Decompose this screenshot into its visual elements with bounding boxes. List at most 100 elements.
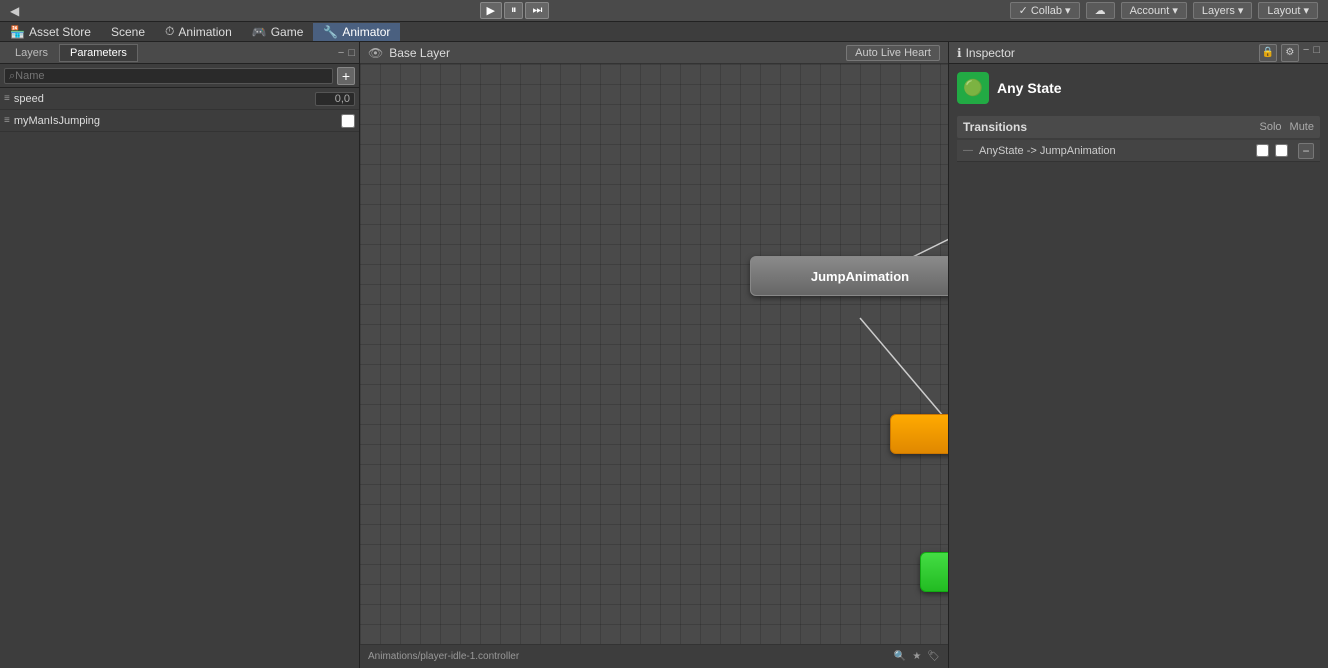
arrows-svg (360, 86, 948, 620)
tag-icon[interactable]: 🏷 (927, 651, 940, 662)
transition-arrow-icon: — (963, 145, 973, 156)
transition-label: AnyState -> JumpAnimation (979, 145, 1250, 157)
object-name: Any State (997, 80, 1062, 96)
inspector-header: ℹ Inspector 🔒 ⚙ − □ (949, 42, 1328, 64)
menu-item-game[interactable]: 🎮 Game (242, 23, 314, 41)
tab-parameters[interactable]: Parameters (59, 44, 138, 62)
auto-live-label: Auto Live Heart (855, 47, 931, 59)
maximize-icon[interactable]: □ (348, 47, 355, 59)
transitions-columns: Solo Mute (1260, 121, 1315, 133)
transition-item-any-jump[interactable]: — AnyState -> JumpAnimation − (957, 140, 1320, 162)
object-icon: 🟢 (957, 72, 989, 104)
left-panel: Layers Parameters − □ + ≡ speed 0, (0, 42, 360, 668)
top-toolbar: ◀ ▶ ⏸ ⏭ ✓ Collab ▾ ☁ Account ▾ Layers ▾ … (0, 0, 1328, 22)
inspector-settings-button[interactable]: ⚙ (1281, 44, 1299, 62)
param-jumping-checkbox[interactable] (341, 114, 355, 128)
search-input[interactable] (4, 68, 333, 84)
step-button[interactable]: ⏭ (525, 2, 549, 19)
layout-label: Layout (1267, 5, 1300, 17)
transitions-section-header: Transitions Solo Mute (957, 116, 1320, 138)
inspector-content: 🟢 Any State Transitions Solo Mute — AnyS… (949, 64, 1328, 668)
pause-button[interactable]: ⏸ (504, 2, 524, 19)
canvas-footer: Animations/player-idle-1.controller 🔍 ★ … (360, 644, 948, 668)
transition-remove-button[interactable]: − (1298, 143, 1314, 159)
state-node-entry[interactable]: Entry (920, 552, 948, 592)
main-layout: Layers Parameters − □ + ≡ speed 0, (0, 42, 1328, 668)
param-jumping-name: myManIsJumping (14, 115, 337, 127)
state-node-idle-animation[interactable]: idleAnimation (890, 414, 948, 454)
transition-mute-checkbox[interactable] (1275, 144, 1288, 157)
param-speed-icon: ≡ (4, 93, 10, 104)
play-button[interactable]: ▶ (480, 2, 502, 19)
collab-icon: ✓ (1019, 4, 1028, 17)
menu-item-asset-store[interactable]: 🏪 Asset Store (0, 23, 101, 41)
menu-item-animator[interactable]: 🔧 Animator (313, 23, 400, 41)
layer-name: Base Layer (389, 46, 450, 60)
param-item-jumping[interactable]: ≡ myManIsJumping (0, 110, 359, 132)
panel-controls: − □ (338, 47, 355, 59)
menu-item-scene[interactable]: Scene (101, 23, 155, 41)
animator-tab-bar: Layers Parameters − □ (0, 42, 359, 64)
param-speed-value[interactable]: 0,0 (315, 92, 355, 106)
minimize-icon[interactable]: − (338, 47, 344, 59)
right-panel: ℹ Inspector 🔒 ⚙ − □ 🟢 Any State Transiti… (948, 42, 1328, 668)
asset-store-label: Asset Store (29, 25, 91, 39)
menu-bar: 🏪 Asset Store Scene ⏱ Animation 🎮 Game 🔧… (0, 22, 1328, 42)
game-label: Game (271, 25, 304, 39)
play-back-icon: ◀ (10, 4, 19, 18)
animator-tabs: Layers Parameters (4, 44, 138, 62)
jump-animation-label: JumpAnimation (811, 269, 909, 284)
cloud-icon: ☁ (1095, 4, 1106, 17)
auto-live-button[interactable]: Auto Live Heart (846, 45, 940, 61)
state-node-jump-animation[interactable]: JumpAnimation (750, 256, 948, 296)
account-button[interactable]: Account ▾ (1121, 2, 1187, 19)
param-jumping-icon: ≡ (4, 115, 10, 126)
animator-label: Animator (342, 25, 390, 39)
inspector-minimize-icon[interactable]: − (1303, 44, 1309, 62)
inspector-object-header: 🟢 Any State (957, 72, 1320, 104)
tab-layers[interactable]: Layers (4, 44, 59, 62)
layers-label: Layers (1202, 5, 1235, 17)
inspector-lock-button[interactable]: 🔒 (1259, 44, 1277, 62)
inspector-title: ℹ Inspector (957, 46, 1015, 60)
param-item-speed[interactable]: ≡ speed 0,0 (0, 88, 359, 110)
menu-item-animation[interactable]: ⏱ Animation (155, 22, 242, 41)
parameter-list: ≡ speed 0,0 ≡ myManIsJumping (0, 88, 359, 668)
toolbar-center: ▶ ⏸ ⏭ (480, 2, 550, 19)
col-mute-label: Mute (1290, 121, 1314, 133)
asset-store-icon: 🏪 (10, 25, 25, 39)
layer-eye-icon: 👁 (368, 46, 383, 60)
search-footer-icon: 🔍 (894, 651, 906, 662)
layers-dropdown-icon: ▾ (1238, 4, 1244, 17)
account-dropdown-icon: ▾ (1172, 4, 1178, 17)
param-speed-name: speed (14, 93, 311, 105)
canvas-header-left: 👁 Base Layer (368, 46, 450, 60)
animation-label: Animation (178, 25, 231, 39)
col-solo-label: Solo (1260, 121, 1282, 133)
layout-dropdown-icon: ▾ (1303, 4, 1309, 17)
object-icon-symbol: 🟢 (963, 78, 983, 98)
add-parameter-button[interactable]: + (337, 67, 355, 85)
canvas-area[interactable]: 👁 Base Layer Auto Live Heart (360, 42, 948, 668)
layers-button[interactable]: Layers ▾ (1193, 2, 1253, 19)
canvas-header: 👁 Base Layer Auto Live Heart (360, 42, 948, 64)
inspector-controls: 🔒 ⚙ − □ (1259, 44, 1320, 62)
collab-dropdown-icon: ▾ (1065, 4, 1071, 17)
scene-label: Scene (111, 25, 145, 39)
grid-canvas[interactable]: Any State JumpAnimation runAnimation idl… (360, 64, 948, 644)
cloud-button[interactable]: ☁ (1086, 2, 1115, 19)
toolbar-right: ✓ Collab ▾ ☁ Account ▾ Layers ▾ Layout ▾ (1010, 2, 1328, 19)
collab-button[interactable]: ✓ Collab ▾ (1010, 2, 1080, 19)
game-icon: 🎮 (252, 25, 267, 39)
star-icon[interactable]: ★ (912, 651, 921, 662)
canvas-path: Animations/player-idle-1.controller (368, 651, 519, 662)
tab-parameters-label: Parameters (70, 47, 127, 59)
transition-solo-checkbox[interactable] (1256, 144, 1269, 157)
canvas-footer-right: 🔍 ★ 🏷 (894, 651, 940, 662)
inspector-expand-icon[interactable]: □ (1313, 44, 1320, 62)
tab-layers-label: Layers (15, 47, 48, 59)
animator-icon: 🔧 (323, 25, 338, 39)
toolbar-left: ◀ (0, 4, 19, 18)
minus-icon: − (1302, 144, 1309, 158)
layout-button[interactable]: Layout ▾ (1258, 2, 1318, 19)
